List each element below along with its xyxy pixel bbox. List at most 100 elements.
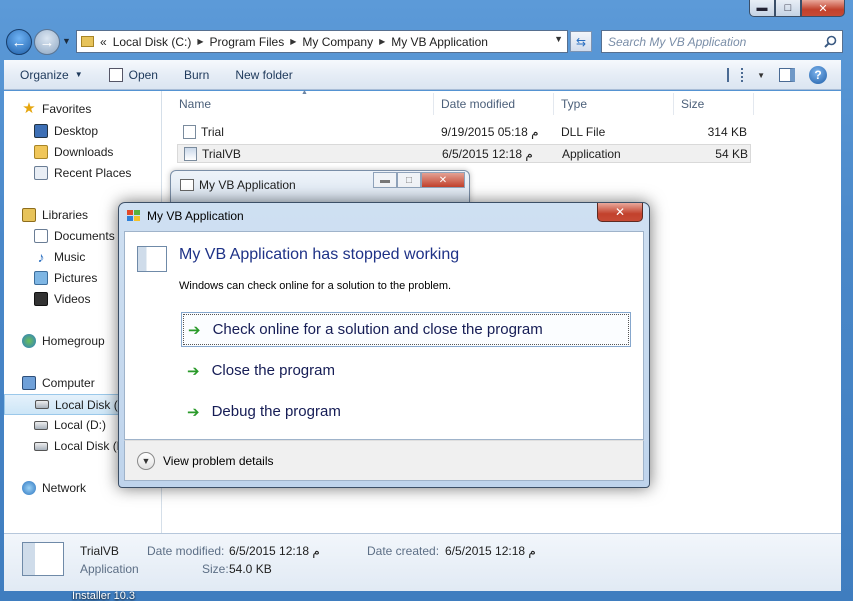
- sidebar-item-label: Homegroup: [42, 334, 105, 348]
- app-window-icon: [180, 179, 194, 191]
- hard-drive-icon: [34, 441, 48, 451]
- dll-file-icon: [183, 125, 196, 139]
- maximize-button[interactable]: □: [775, 0, 801, 17]
- preview-pane-icon[interactable]: [779, 68, 795, 82]
- chevron-down-icon: ▼: [74, 70, 83, 79]
- sort-indicator-icon: ▲: [301, 89, 308, 96]
- column-header-name[interactable]: Name: [179, 97, 211, 111]
- sidebar-item-desktop[interactable]: Desktop: [34, 124, 98, 138]
- organize-menu[interactable]: Organize ▼: [20, 68, 83, 82]
- background-dialog[interactable]: My VB Application ▬ □ ✕: [170, 170, 470, 204]
- details-created-value: 6/5/2015 12:18 م: [445, 544, 536, 558]
- close-button[interactable]: ✕: [801, 0, 845, 17]
- chevron-right-icon[interactable]: ▶: [197, 37, 203, 46]
- forward-button[interactable]: →: [34, 29, 60, 55]
- application-icon: [22, 542, 64, 576]
- column-divider[interactable]: [553, 93, 554, 115]
- dialog-footer: ▼ View problem details: [124, 440, 644, 481]
- column-divider[interactable]: [753, 93, 754, 115]
- view-options-chevron-icon[interactable]: ▼: [757, 71, 765, 80]
- window-caption-buttons: ▬ □ ✕: [749, 0, 845, 17]
- address-dropdown-icon[interactable]: ▼: [554, 34, 563, 44]
- column-header-size[interactable]: Size: [681, 97, 704, 111]
- minimize-button[interactable]: ▬: [373, 172, 397, 188]
- check-online-button[interactable]: ➔ Check online for a solution and close …: [181, 312, 631, 347]
- burn-button[interactable]: Burn: [184, 68, 209, 82]
- column-divider[interactable]: [673, 93, 674, 115]
- chevron-right-icon[interactable]: ▶: [290, 37, 296, 46]
- sidebar-item-documents[interactable]: Documents: [34, 229, 115, 243]
- sidebar-item-videos[interactable]: Videos: [34, 292, 90, 306]
- change-view-icon[interactable]: [727, 68, 744, 82]
- search-icon[interactable]: [824, 35, 837, 48]
- open-button[interactable]: Open: [108, 67, 158, 82]
- column-header-date[interactable]: Date modified: [441, 97, 515, 111]
- sidebar-item-pictures[interactable]: Pictures: [34, 271, 97, 285]
- view-problem-details-link[interactable]: View problem details: [163, 454, 274, 468]
- videos-icon: [34, 292, 48, 306]
- dialog-close-button[interactable]: ✕: [597, 203, 643, 222]
- sidebar-item-recent-places[interactable]: Recent Places: [34, 166, 131, 180]
- expand-details-toggle[interactable]: ▼: [137, 452, 155, 470]
- breadcrumb-my-company[interactable]: My Company: [302, 35, 373, 49]
- file-name: TrialVB: [202, 147, 241, 161]
- sidebar-item-label: Local (D:): [54, 418, 107, 432]
- recent-pages-dropdown[interactable]: ▼: [62, 36, 71, 46]
- recent-places-icon: [34, 166, 48, 180]
- details-modified-label: Date modified:: [147, 544, 225, 558]
- address-overflow[interactable]: «: [100, 35, 107, 49]
- sidebar-item-label: Desktop: [54, 124, 99, 138]
- search-input[interactable]: Search My VB Application: [601, 30, 843, 53]
- sidebar-item-local-disk-e[interactable]: Local Disk (E: [34, 439, 125, 453]
- help-icon[interactable]: ?: [809, 66, 827, 84]
- details-size-value: 54.0 KB: [229, 562, 272, 576]
- background-dialog-caption-buttons: ▬ □ ✕: [373, 172, 465, 188]
- sidebar-item-downloads[interactable]: Downloads: [34, 145, 113, 159]
- file-date: 9/19/2015 05:18 م: [441, 125, 539, 139]
- breadcrumb-local-disk[interactable]: Local Disk (C:): [113, 35, 192, 49]
- sidebar-item-computer[interactable]: Computer: [22, 376, 95, 390]
- background-dialog-title: My VB Application: [199, 178, 296, 192]
- sidebar-item-homegroup[interactable]: Homegroup: [22, 334, 105, 348]
- maximize-button[interactable]: □: [397, 172, 421, 188]
- close-button[interactable]: ✕: [421, 172, 465, 188]
- sidebar-item-libraries[interactable]: Libraries: [22, 208, 88, 222]
- details-file-type: Application: [80, 562, 139, 576]
- breadcrumb-program-files[interactable]: Program Files: [210, 35, 285, 49]
- column-divider[interactable]: [433, 93, 434, 115]
- details-created-label: Date created:: [367, 544, 440, 558]
- breadcrumb-my-vb-application[interactable]: My VB Application: [391, 35, 488, 49]
- back-button[interactable]: ←: [6, 29, 32, 55]
- address-bar[interactable]: « Local Disk (C:) ▶ Program Files ▶ My C…: [76, 30, 568, 53]
- file-row-trial[interactable]: Trial 9/19/2015 05:18 م DLL File 314 KB: [177, 123, 751, 142]
- desktop-icon: [34, 124, 48, 138]
- libraries-icon: [22, 208, 36, 222]
- application-icon: [184, 147, 197, 161]
- file-row-trialvb[interactable]: TrialVB 6/5/2015 12:18 م Application 54 …: [177, 144, 751, 163]
- open-label: Open: [128, 67, 158, 82]
- sidebar-item-local-d[interactable]: Local (D:): [34, 418, 106, 432]
- option-label: Close the program: [211, 362, 335, 379]
- documents-icon: [34, 229, 48, 243]
- new-folder-button[interactable]: New folder: [235, 68, 292, 82]
- details-size-label: Size:: [202, 562, 229, 576]
- close-program-button[interactable]: ➔ Close the program: [181, 353, 631, 388]
- sidebar-item-favorites[interactable]: ★ Favorites: [22, 101, 91, 116]
- debug-program-button[interactable]: ➔ Debug the program: [181, 394, 631, 429]
- sidebar-item-label: Network: [42, 481, 87, 495]
- column-header-type[interactable]: Type: [561, 97, 587, 111]
- file-size: 314 KB: [707, 125, 747, 139]
- file-name: Trial: [201, 125, 224, 139]
- minimize-button[interactable]: ▬: [749, 0, 775, 17]
- sidebar-item-network[interactable]: Network: [22, 481, 86, 495]
- sidebar-item-label: Downloads: [54, 145, 114, 159]
- file-date: 6/5/2015 12:18 م: [442, 147, 533, 161]
- file-size: 54 KB: [715, 147, 748, 161]
- dialog-title: My VB Application: [147, 209, 244, 223]
- file-type: Application: [562, 147, 621, 161]
- chevron-right-icon[interactable]: ▶: [379, 37, 385, 46]
- sidebar-item-music[interactable]: ♪ Music: [34, 250, 86, 264]
- refresh-button[interactable]: ⇆: [570, 31, 592, 52]
- hard-drive-icon: [35, 400, 49, 409]
- dialog-heading: My VB Application has stopped working: [179, 246, 460, 263]
